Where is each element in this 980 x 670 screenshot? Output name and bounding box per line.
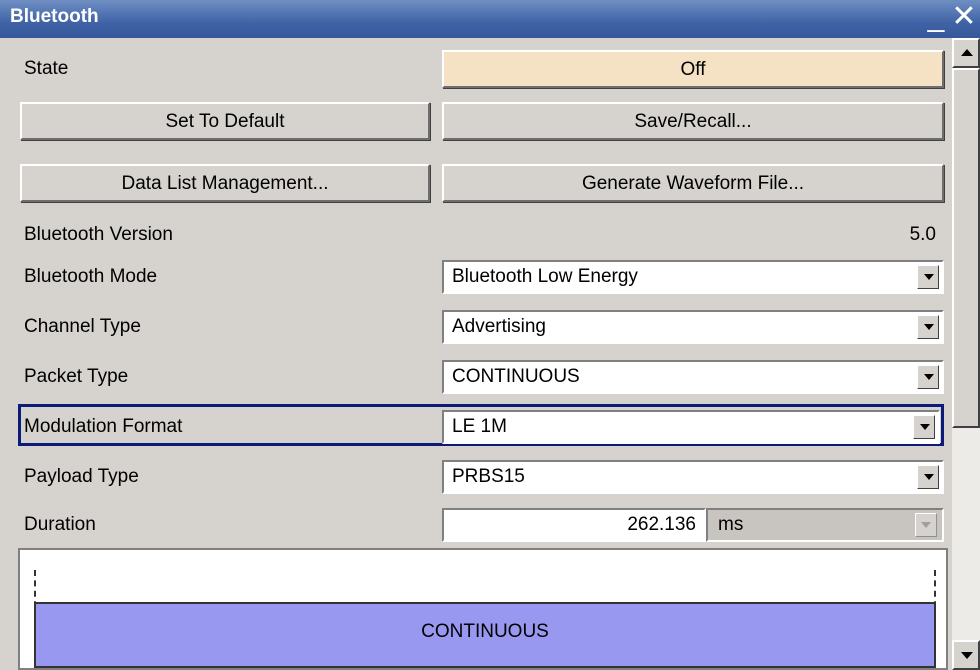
vertical-scrollbar[interactable] [952, 38, 980, 670]
packet-block: CONTINUOUS [34, 602, 936, 668]
state-label: State [24, 58, 69, 79]
bluetooth-window: Bluetooth _ ✕ State Off Set To Default S… [0, 0, 980, 670]
payload-type-label: Payload Type [24, 466, 139, 487]
duration-value: 262.136 [627, 514, 696, 535]
minimize-icon[interactable]: _ [922, 2, 950, 36]
close-icon[interactable]: ✕ [950, 2, 978, 36]
arrow-down-icon[interactable] [952, 640, 980, 670]
save-recall-button[interactable]: Save/Recall... [442, 102, 944, 140]
title-bar[interactable]: Bluetooth _ ✕ [0, 0, 980, 38]
duration-unit: ms [718, 514, 744, 535]
chevron-down-icon[interactable] [917, 265, 939, 289]
settings-panel: State Off Set To Default Save/Recall... … [0, 38, 950, 670]
window-title: Bluetooth [10, 6, 99, 27]
duration-input[interactable]: 262.136 [442, 508, 706, 542]
packet-type-select[interactable]: CONTINUOUS [442, 360, 944, 394]
bluetooth-mode-value: Bluetooth Low Energy [452, 266, 638, 287]
packet-type-label: Packet Type [24, 366, 129, 387]
duration-unit-select: ms [706, 508, 944, 542]
bluetooth-version-label: Bluetooth Version [24, 224, 173, 245]
data-list-management-button[interactable]: Data List Management... [20, 164, 430, 202]
duration-label: Duration [24, 514, 96, 535]
modulation-format-label: Modulation Format [24, 416, 183, 437]
chevron-down-icon [915, 513, 937, 537]
modulation-format-value: LE 1M [452, 416, 507, 437]
channel-type-value: Advertising [452, 316, 546, 337]
state-button[interactable]: Off [442, 50, 944, 88]
packet-type-value: CONTINUOUS [452, 366, 580, 387]
modulation-format-select[interactable]: LE 1M [442, 410, 940, 444]
set-to-default-button[interactable]: Set To Default [20, 102, 430, 140]
chevron-down-icon[interactable] [917, 315, 939, 339]
payload-type-value: PRBS15 [452, 466, 525, 487]
chevron-down-icon[interactable] [917, 465, 939, 489]
chevron-down-icon[interactable] [917, 365, 939, 389]
generate-waveform-button[interactable]: Generate Waveform File... [442, 164, 944, 202]
bluetooth-mode-label: Bluetooth Mode [24, 266, 158, 287]
chevron-down-icon[interactable] [913, 415, 935, 439]
payload-type-select[interactable]: PRBS15 [442, 460, 944, 494]
bluetooth-version-value: 5.0 [909, 224, 936, 245]
bluetooth-mode-select[interactable]: Bluetooth Low Energy [442, 260, 944, 294]
scrollbar-thumb[interactable] [952, 68, 980, 428]
channel-type-select[interactable]: Advertising [442, 310, 944, 344]
channel-type-label: Channel Type [24, 316, 141, 337]
packet-diagram: CONTINUOUS [18, 548, 948, 670]
arrow-up-icon[interactable] [952, 38, 980, 68]
